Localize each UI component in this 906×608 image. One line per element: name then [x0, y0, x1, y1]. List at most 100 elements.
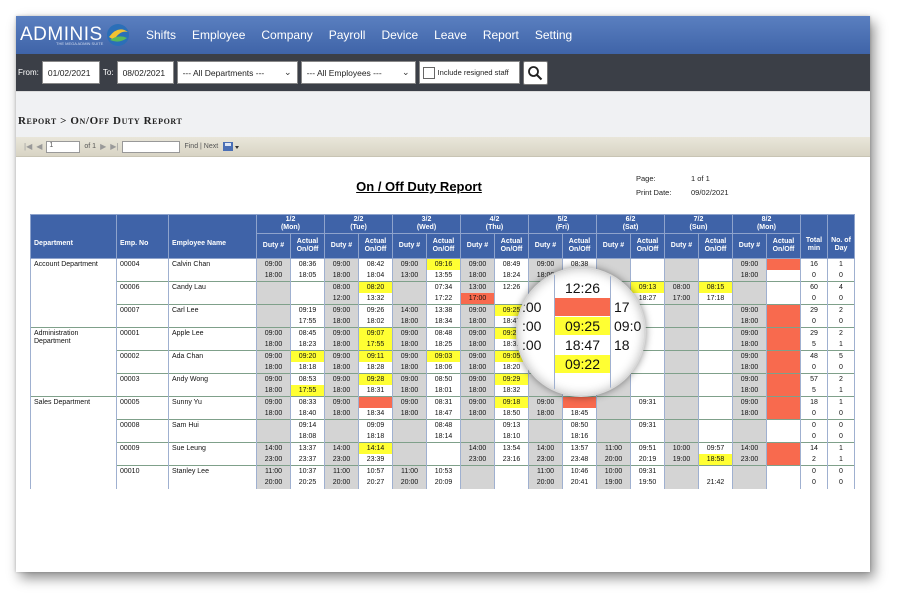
table-row: Account Department 00004 Calvin Chan 09:00 0…: [30, 258, 855, 282]
duty-time-cell: 18:00: [460, 316, 495, 328]
actual-time-cell: 08:45: [290, 327, 325, 339]
duty-time-cell: 11:00: [392, 465, 427, 477]
duty-time-cell: [256, 419, 291, 431]
actual-time-cell: [698, 431, 733, 443]
actual-time-cell: [698, 408, 733, 420]
prev-page-icon[interactable]: ◀: [36, 142, 42, 151]
duty-time-cell: 10:00: [664, 442, 699, 454]
table-row: 00010 Stanley Lee 11:00 10:37 11:00 10:57 11:0…: [30, 465, 855, 489]
nav-leave[interactable]: Leave: [434, 28, 467, 42]
duty-time-cell: [596, 419, 631, 431]
first-page-icon[interactable]: |◀: [24, 142, 32, 151]
actual-time-cell: 09:16: [426, 258, 461, 270]
duty-time-cell: [732, 465, 767, 477]
employee-select[interactable]: --- All Employees --- ⌄: [300, 61, 416, 84]
to-date-input[interactable]: 08/02/2021: [116, 61, 174, 84]
find-next-link[interactable]: Find | Next: [184, 143, 218, 150]
duty-time-cell: [664, 385, 699, 397]
header-day: 4/2 (Thu): [460, 214, 529, 234]
nav-shifts[interactable]: Shifts: [146, 28, 176, 42]
actual-time-cell: 09:51: [630, 442, 665, 454]
actual-time-cell: [698, 419, 733, 431]
emp-name-cell: Ada Chan: [168, 350, 257, 374]
chevron-down-icon: ⌄: [402, 67, 410, 77]
header-day: 8/2 (Mon): [732, 214, 801, 234]
nav-employee[interactable]: Employee: [192, 28, 245, 42]
duty-time-cell: [664, 258, 699, 270]
duty-time-cell: 18:00: [256, 362, 291, 374]
actual-time-cell: [494, 477, 529, 489]
nav-company[interactable]: Company: [261, 28, 312, 42]
actual-time-cell: 23:37: [290, 454, 325, 466]
include-resigned-label: Include resigned staff: [437, 68, 509, 77]
app-window: ADMINIS THE MEGA ADMIN SUITE Shifts Empl…: [16, 16, 870, 572]
total-min-cell: 0: [800, 316, 828, 328]
duty-time-cell: 08:00: [664, 281, 699, 293]
duty-time-cell: 18:00: [256, 339, 291, 351]
export-icon[interactable]: [222, 141, 240, 152]
emp-no-cell: 00009: [116, 442, 169, 466]
duty-time-cell: 09:00: [732, 304, 767, 316]
nav-device[interactable]: Device: [381, 28, 418, 42]
department-select[interactable]: --- All Departments --- ⌄: [176, 61, 298, 84]
actual-time-cell: 18:47: [426, 408, 461, 420]
table-row: Administration Department 00001 Apple Lee 0…: [30, 327, 855, 351]
logo-tagline: THE MEGA ADMIN SUITE: [56, 41, 104, 46]
actual-time-cell: 17:55: [358, 339, 393, 351]
duty-time-cell: [392, 431, 427, 443]
actual-time-cell: 23:39: [358, 454, 393, 466]
duty-time-cell: 12:00: [324, 293, 359, 305]
actual-time-cell: 09:28: [358, 373, 393, 385]
nav-payroll[interactable]: Payroll: [329, 28, 366, 42]
table-row: 00008 Sam Hui 09:14 09:09 08:48 09:13 08:50 09:…: [30, 419, 855, 443]
include-resigned-checkbox[interactable]: Include resigned staff: [418, 61, 520, 84]
last-page-icon[interactable]: ▶|: [110, 142, 118, 151]
actual-time-cell: 10:57: [358, 465, 393, 477]
actual-time-cell: 09:31: [630, 396, 665, 408]
header-duty: Duty #: [256, 233, 291, 259]
duty-time-cell: [732, 281, 767, 293]
actual-time-cell: 09:26: [358, 304, 393, 316]
next-page-icon[interactable]: ▶: [100, 142, 106, 151]
actual-time-cell: 09:18: [494, 396, 529, 408]
duty-time-cell: [664, 477, 699, 489]
search-button[interactable]: [522, 60, 548, 85]
duty-time-cell: 18:00: [460, 270, 495, 282]
nav-report[interactable]: Report: [483, 28, 519, 42]
duty-time-cell: 11:00: [596, 442, 631, 454]
duty-time-cell: 17:00: [664, 293, 699, 305]
header-day-date: 5/2: [557, 216, 568, 223]
total-min-cell: 48: [800, 350, 828, 362]
header-actual: Actual On/Off: [494, 233, 529, 259]
actual-time-cell: 08:33: [290, 396, 325, 408]
page-number-input[interactable]: 1: [46, 140, 81, 153]
duty-time-cell: [256, 293, 291, 305]
adminis-logo[interactable]: ADMINIS THE MEGA ADMIN SUITE: [20, 16, 142, 54]
find-input[interactable]: [122, 140, 181, 153]
duty-time-cell: 14:00: [324, 442, 359, 454]
duty-time-cell: 09:00: [256, 258, 291, 270]
actual-time-cell: [698, 316, 733, 328]
duty-time-cell: [596, 258, 631, 270]
total-min-cell: 0: [800, 408, 828, 420]
header-duty: Duty #: [596, 233, 631, 259]
duty-time-cell: 18:00: [460, 339, 495, 351]
total-min-cell: 14: [800, 442, 828, 454]
duty-time-cell: [392, 454, 427, 466]
duty-time-cell: [392, 293, 427, 305]
duty-time-cell: 09:00: [324, 396, 359, 408]
from-date-input[interactable]: 01/02/2021: [41, 61, 100, 84]
duty-time-cell: [596, 431, 631, 443]
nav-setting[interactable]: Setting: [535, 28, 572, 42]
duty-time-cell: 13:00: [460, 281, 495, 293]
duty-time-cell: 18:00: [460, 362, 495, 374]
actual-time-cell: [766, 327, 801, 339]
actual-time-cell: 09:03: [426, 350, 461, 362]
header-actual: Actual On/Off: [426, 233, 461, 259]
actual-time-cell: 17:22: [426, 293, 461, 305]
actual-time-cell: 10:46: [562, 465, 597, 477]
duty-time-cell: 20:00: [392, 477, 427, 489]
actual-time-cell: 08:48: [426, 419, 461, 431]
actual-time-cell: [698, 465, 733, 477]
duty-time-cell: 09:00: [256, 396, 291, 408]
